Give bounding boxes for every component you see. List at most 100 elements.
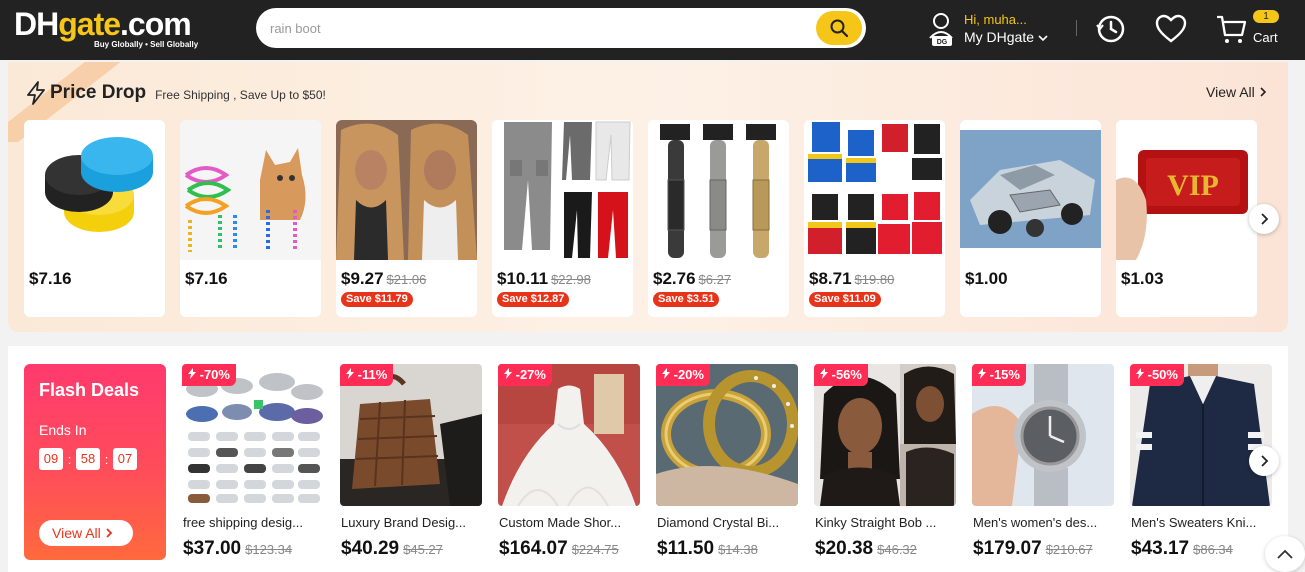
flash-deal-card[interactable]: -27% Custom Made Shor... $164.07 $224.75 xyxy=(498,364,642,572)
timer-minutes: 58 xyxy=(76,448,100,470)
timer-colon: : xyxy=(104,451,109,467)
flash-deals-title: Flash Deals xyxy=(39,380,140,400)
product-price: $43.17 $86.34 xyxy=(1131,538,1233,559)
flash-deal-card[interactable]: -56% Kinky Straight Bob ... $20.38 $46.32 xyxy=(814,364,958,572)
price-drop-card[interactable]: $7.16 xyxy=(180,120,321,317)
lightning-icon xyxy=(820,368,828,379)
product-price: $10.11 $22.98 xyxy=(497,269,591,288)
timer-seconds: 07 xyxy=(113,448,137,470)
flash-deals-view-all[interactable]: View All xyxy=(39,520,133,546)
cart-icon xyxy=(1217,15,1247,43)
original-price: $6.27 xyxy=(698,272,732,287)
flash-deal-card[interactable]: -20% Diamond Crystal Bi... $11.50 $14.38 xyxy=(656,364,800,572)
search-icon xyxy=(830,19,849,38)
original-price: $22.98 xyxy=(551,272,591,287)
price-drop-card[interactable]: VIP $1.03 xyxy=(1116,120,1257,317)
save-badge: Save $3.51 xyxy=(653,292,720,307)
lightning-icon xyxy=(662,368,670,379)
my-dhgate-link[interactable]: My DHgate xyxy=(964,29,1048,45)
original-price: $224.75 xyxy=(571,542,619,557)
cart-count-badge: 1 xyxy=(1253,10,1279,23)
product-image xyxy=(960,120,1101,260)
product-price: $20.38 $46.32 xyxy=(815,538,917,559)
wishlist-button[interactable] xyxy=(1154,12,1188,46)
product-price: $164.07 $224.75 xyxy=(499,538,619,559)
price-drop-card[interactable]: $9.27 $21.06 Save $11.79 xyxy=(336,120,477,317)
lightning-icon xyxy=(188,368,196,379)
product-image xyxy=(492,120,633,260)
svg-text:DG: DG xyxy=(937,39,948,46)
flash-deals-next-button[interactable] xyxy=(1249,446,1279,476)
original-price: $21.06 xyxy=(386,272,427,287)
product-name: Luxury Brand Desig... xyxy=(341,515,467,530)
product-name: Men's women's des... xyxy=(973,515,1098,530)
timer-hours: 09 xyxy=(39,448,63,470)
logo-tagline: Buy Globally • Sell Globally xyxy=(94,40,199,49)
price-drop-subtitle: Free Shipping , Save Up to $50! xyxy=(155,87,326,102)
price-drop-card[interactable]: $10.11 $22.98 Save $12.87 xyxy=(492,120,633,317)
lightning-icon xyxy=(346,368,354,379)
search-input[interactable] xyxy=(270,18,810,38)
original-price: $19.80 xyxy=(854,272,895,287)
flash-deals-banner: Flash Deals Ends In 09 : 58 : 07 View Al… xyxy=(24,364,166,560)
lightning-icon xyxy=(504,368,512,379)
flash-deal-card[interactable]: -70% free shipping desig... $37.00 $123.3… xyxy=(182,364,326,572)
lightning-icon xyxy=(27,81,45,105)
cart-label[interactable]: Cart xyxy=(1253,30,1278,45)
flash-deal-card[interactable]: -11% Luxury Brand Desig... $40.29 $45.27 xyxy=(340,364,484,572)
countdown-timer: 09 : 58 : 07 xyxy=(39,448,137,470)
search-button[interactable] xyxy=(816,11,862,45)
product-image xyxy=(180,120,321,260)
heart-icon xyxy=(1155,14,1187,43)
save-badge: Save $11.79 xyxy=(341,292,413,307)
vip-card-text: VIP xyxy=(1167,169,1219,202)
logo-wordmark: DHgate.com xyxy=(14,6,192,42)
discount-badge: -27% xyxy=(498,364,552,386)
product-price: $7.16 xyxy=(185,269,228,288)
dhgate-logo[interactable]: DHgate.com Buy Globally • Sell Globally xyxy=(14,4,204,50)
price-drop-header: Price Drop Free Shipping , Save Up to $5… xyxy=(26,80,326,106)
header-divider xyxy=(1076,20,1077,36)
product-price: $179.07 $210.67 xyxy=(973,538,1093,559)
discount-badge: -20% xyxy=(656,364,710,386)
product-name: Kinky Straight Bob ... xyxy=(815,515,937,530)
top-header: DHgate.com Buy Globally • Sell Globally … xyxy=(0,0,1305,60)
price-drop-next-button[interactable] xyxy=(1249,204,1279,234)
discount-badge: -70% xyxy=(182,364,236,386)
price-drop-card[interactable]: $2.76 $6.27 Save $3.51 xyxy=(648,120,789,317)
price-drop-view-all[interactable]: View All xyxy=(1206,84,1267,100)
flash-deal-card[interactable]: -15% Men's women's des... $179.07 $210.67 xyxy=(972,364,1116,572)
product-image xyxy=(336,120,477,260)
lightning-icon xyxy=(978,368,986,379)
product-image xyxy=(804,120,945,260)
price-drop-card[interactable]: $8.71 $19.80 Save $11.09 xyxy=(804,120,945,317)
original-price: $45.27 xyxy=(403,542,443,557)
lightning-icon xyxy=(1136,368,1144,379)
original-price: $123.34 xyxy=(245,542,293,557)
product-price: $37.00 $123.34 xyxy=(183,538,293,559)
price-drop-card[interactable]: $1.00 xyxy=(960,120,1101,317)
history-button[interactable] xyxy=(1094,12,1128,46)
product-price: $40.29 $45.27 xyxy=(341,538,443,559)
chevron-down-icon xyxy=(1038,35,1048,42)
save-badge: Save $11.09 xyxy=(809,292,881,307)
chevron-right-icon xyxy=(106,528,112,538)
back-to-top-button[interactable] xyxy=(1265,536,1305,572)
product-name: Custom Made Shor... xyxy=(499,515,622,530)
product-price: $7.16 xyxy=(29,269,72,288)
search-bar xyxy=(256,8,866,48)
user-greeting: Hi, muha... xyxy=(964,12,1027,27)
discount-badge: -50% xyxy=(1130,364,1184,386)
product-price: $11.50 $14.38 xyxy=(657,538,758,559)
user-icon: DG xyxy=(929,13,953,46)
product-price: $8.71 $19.80 xyxy=(809,269,895,288)
discount-badge: -15% xyxy=(972,364,1026,386)
cart-button[interactable] xyxy=(1214,12,1248,46)
chevron-right-icon xyxy=(1261,213,1269,225)
product-image xyxy=(24,120,165,260)
chevron-right-icon xyxy=(1261,455,1269,467)
product-price: $9.27 $21.06 xyxy=(341,269,427,288)
discount-badge: -11% xyxy=(340,364,394,386)
account-menu[interactable]: DG Hi, muha... My DHgate xyxy=(928,10,1068,50)
price-drop-card[interactable]: $7.16 xyxy=(24,120,165,317)
